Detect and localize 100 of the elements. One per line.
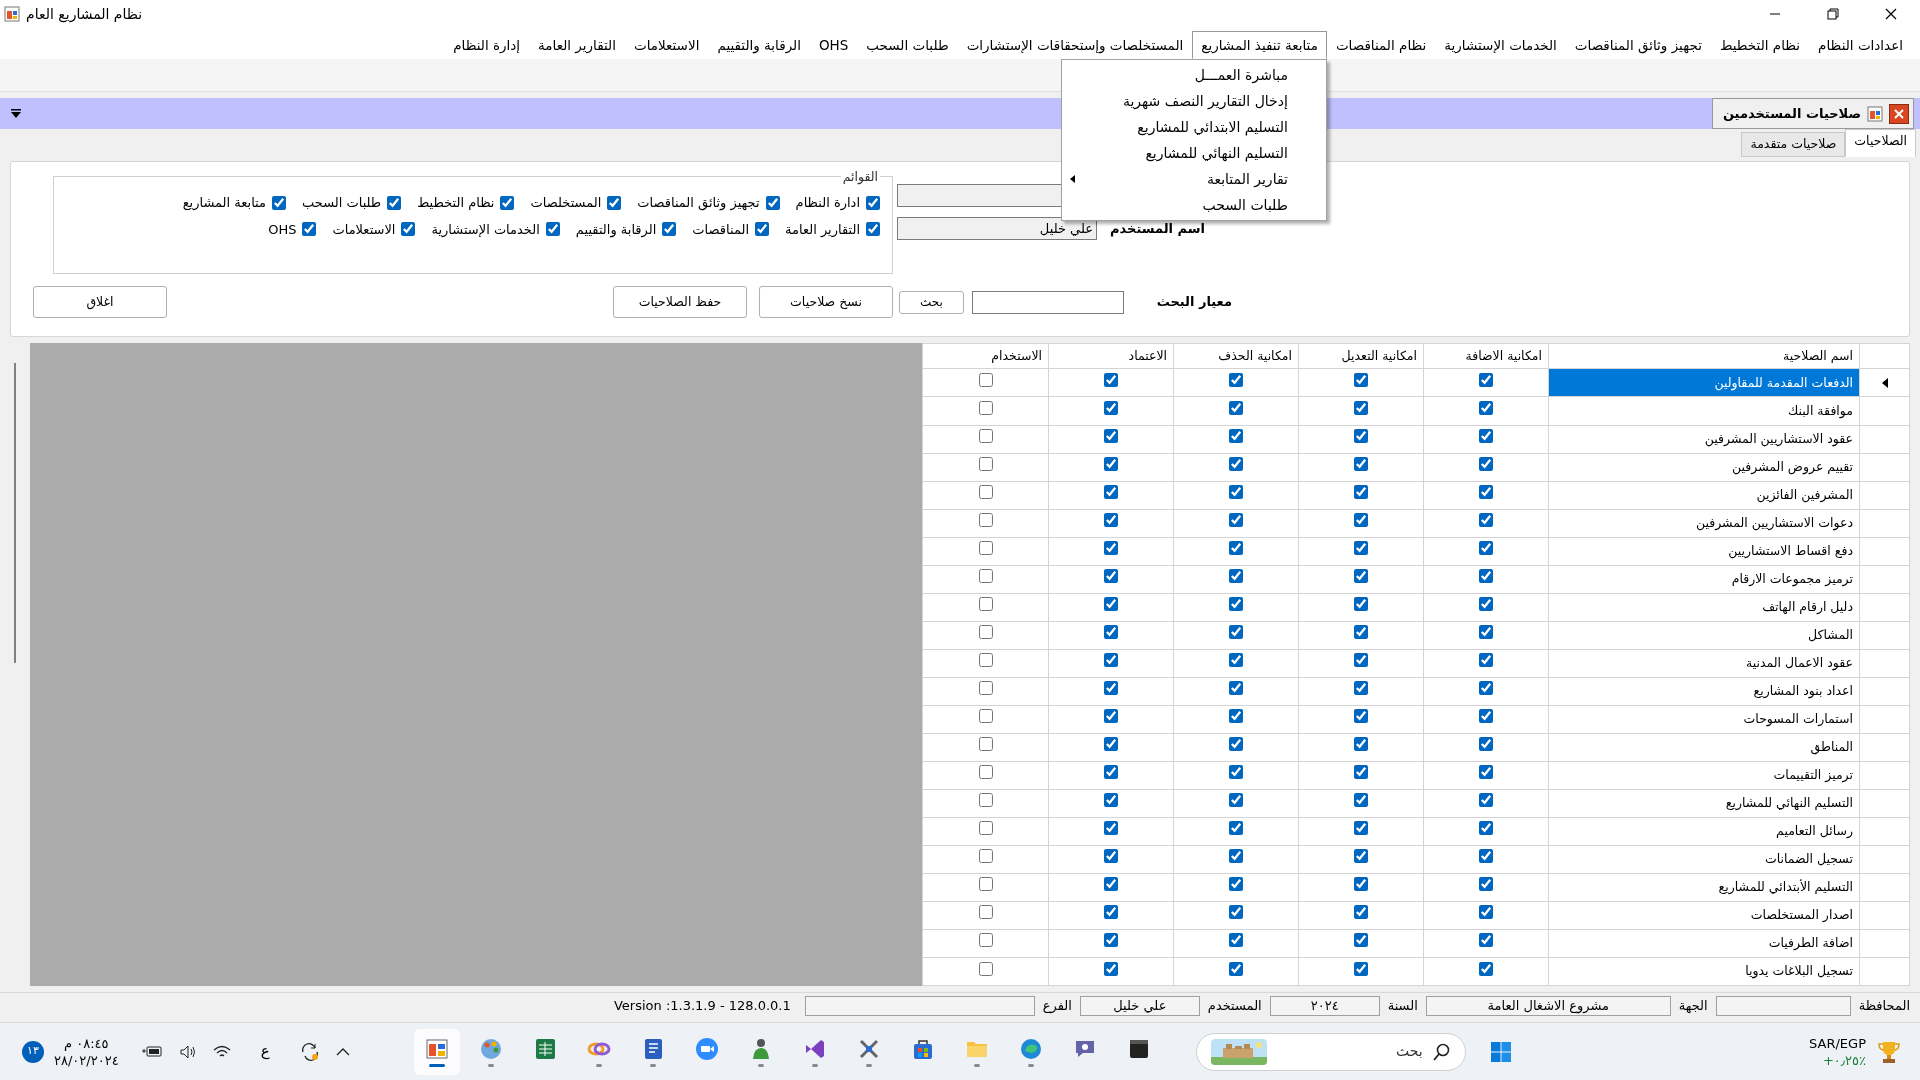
checkbox[interactable] <box>1354 737 1368 752</box>
sync-icon[interactable] <box>299 1042 320 1061</box>
checkbox[interactable] <box>978 625 993 640</box>
checkbox[interactable] <box>1479 681 1493 696</box>
clock-time[interactable]: ٠٨:٤٥ م <box>64 1034 109 1052</box>
table-cell[interactable]: اضافة الطرفيات <box>1548 929 1860 958</box>
checkbox[interactable] <box>1104 401 1118 416</box>
checkbox[interactable] <box>401 222 416 237</box>
menu-item[interactable]: نظام المناقصات <box>1326 31 1436 59</box>
checkbox[interactable] <box>1479 961 1493 976</box>
checkbox[interactable] <box>1104 849 1118 864</box>
checkbox[interactable] <box>1229 429 1243 444</box>
checkbox[interactable] <box>1479 401 1493 416</box>
table-cell[interactable]: التسليم الأبتدائي للمشاريع <box>1548 873 1860 902</box>
table-cell[interactable]: الدفعات المقدمة للمقاولين <box>1548 368 1860 397</box>
checkbox[interactable] <box>978 429 993 444</box>
checkbox[interactable] <box>1354 709 1368 724</box>
copy-button[interactable]: نسخ صلاحيات <box>759 286 893 318</box>
checkbox[interactable] <box>978 513 993 528</box>
checkbox[interactable] <box>866 195 880 210</box>
chevron-up-icon[interactable] <box>335 1046 350 1057</box>
checkbox[interactable] <box>1229 653 1243 668</box>
table-cell[interactable]: تسجيل الضمانات <box>1548 845 1860 874</box>
checkbox[interactable] <box>978 793 993 808</box>
checkbox[interactable] <box>1229 765 1243 780</box>
checkbox[interactable] <box>1229 373 1243 388</box>
checkbox[interactable] <box>1354 429 1368 444</box>
document-tab[interactable]: صلاحيات المستخدمين <box>1711 98 1914 129</box>
checkbox[interactable] <box>1229 793 1243 808</box>
menu-entry[interactable]: طلبات السحب <box>1061 192 1326 218</box>
table-cell[interactable]: عقود الاستشاريين المشرفين <box>1548 425 1860 453</box>
table-cell[interactable]: ترميز التقييمات <box>1548 761 1860 790</box>
checkbox[interactable] <box>1479 373 1493 388</box>
menu-item[interactable]: إدارة النظام <box>444 31 530 59</box>
menu-item[interactable]: OHS <box>810 31 858 59</box>
checkbox[interactable] <box>1354 569 1368 584</box>
checkbox[interactable] <box>1229 597 1243 612</box>
checkbox[interactable] <box>1479 905 1493 920</box>
language-indicator[interactable]: ع <box>260 1040 270 1063</box>
search-field[interactable] <box>972 290 1124 314</box>
checkbox[interactable] <box>1229 541 1243 556</box>
checkbox[interactable] <box>1354 401 1368 416</box>
checkbox[interactable] <box>1354 933 1368 948</box>
checkbox[interactable] <box>1479 485 1493 500</box>
checkbox[interactable] <box>1229 737 1243 752</box>
checkbox[interactable] <box>1354 821 1368 836</box>
checkbox[interactable] <box>1104 961 1118 976</box>
menu-entry[interactable]: إدخال التقارير النصف شهرية <box>1061 88 1326 114</box>
checkbox[interactable] <box>1229 513 1243 528</box>
table-cell[interactable]: التسليم النهائي للمشاريع <box>1548 789 1860 818</box>
checkbox[interactable] <box>978 933 993 948</box>
checkbox[interactable] <box>1104 877 1118 892</box>
checkbox[interactable] <box>978 709 993 724</box>
checkbox[interactable] <box>978 597 993 612</box>
checkbox[interactable] <box>1104 681 1118 696</box>
checkbox[interactable] <box>1104 597 1118 612</box>
table-cell[interactable]: اعداد بنود المشاريع <box>1548 677 1860 706</box>
checkbox[interactable] <box>1354 681 1368 696</box>
checkbox[interactable] <box>1354 765 1368 780</box>
clock-date[interactable]: ٢٨/٠٢/٢٠٢٤ <box>54 1051 119 1069</box>
checkbox[interactable] <box>1229 709 1243 724</box>
checkbox[interactable] <box>1479 625 1493 640</box>
checkbox[interactable] <box>978 541 993 556</box>
checkbox[interactable] <box>1104 933 1118 948</box>
tab[interactable]: الصلاحيات <box>1845 129 1916 157</box>
checkbox[interactable] <box>978 905 993 920</box>
checkbox[interactable] <box>500 195 515 210</box>
exit-button[interactable]: اغلاق <box>33 286 167 318</box>
checkbox[interactable] <box>1229 569 1243 584</box>
checkbox[interactable] <box>978 765 993 780</box>
table-cell[interactable]: المشاكل <box>1548 621 1860 650</box>
checkbox[interactable] <box>1104 821 1118 836</box>
checkbox[interactable] <box>1104 457 1118 472</box>
checkbox[interactable] <box>1354 457 1368 472</box>
checkbox[interactable] <box>1479 569 1493 584</box>
menu-item[interactable]: نظام التخطيط <box>1710 31 1810 59</box>
checkbox[interactable] <box>978 681 993 696</box>
menu-item[interactable]: التقارير العامة <box>529 31 625 59</box>
checkbox[interactable] <box>1104 485 1118 500</box>
table-cell[interactable]: دليل ارقام الهاتف <box>1548 593 1860 622</box>
checkbox[interactable] <box>1479 877 1493 892</box>
checkbox[interactable] <box>1354 625 1368 640</box>
checkbox[interactable] <box>1479 513 1493 528</box>
checkbox[interactable] <box>978 457 993 472</box>
checkbox[interactable] <box>1104 653 1118 668</box>
menu-entry[interactable]: التسليم النهائي للمشاريع <box>1061 140 1326 166</box>
checkbox[interactable] <box>1104 625 1118 640</box>
checkbox[interactable] <box>1229 457 1243 472</box>
checkbox[interactable] <box>1104 793 1118 808</box>
checkbox[interactable] <box>1479 429 1493 444</box>
checkbox[interactable] <box>1229 401 1243 416</box>
checkbox[interactable] <box>1104 905 1118 920</box>
search-button[interactable]: بحث <box>899 290 964 314</box>
checkbox[interactable] <box>978 401 993 416</box>
checkbox[interactable] <box>1104 429 1118 444</box>
checkbox[interactable] <box>1479 933 1493 948</box>
checkbox[interactable] <box>302 222 317 237</box>
table-cell[interactable]: دعوات الاستشاريين المشرفين <box>1548 509 1860 538</box>
ticker-symbol[interactable]: SAR/EGP <box>1809 1034 1866 1052</box>
checkbox[interactable] <box>1479 541 1493 556</box>
